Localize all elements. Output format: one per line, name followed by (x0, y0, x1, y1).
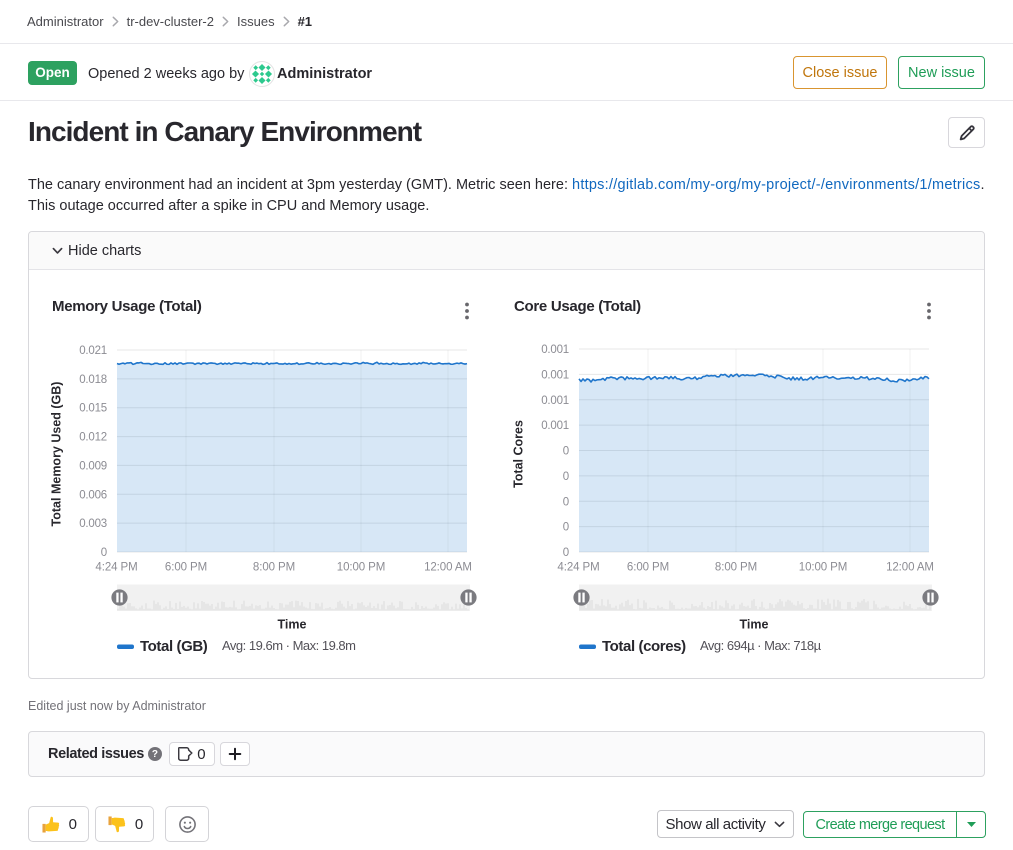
svg-text:12:00 AM: 12:00 AM (424, 562, 472, 574)
svg-text:6:00 PM: 6:00 PM (165, 562, 207, 574)
svg-text:Total (cores): Total (cores) (602, 638, 686, 655)
svg-text:10:00 PM: 10:00 PM (337, 562, 385, 574)
svg-text:Total (GB): Total (GB) (140, 638, 208, 655)
svg-text:0: 0 (563, 522, 569, 534)
svg-text:8:00 PM: 8:00 PM (715, 562, 757, 574)
svg-text:0.001: 0.001 (541, 369, 569, 381)
svg-text:0.021: 0.021 (79, 345, 107, 357)
svg-text:0.001: 0.001 (541, 344, 569, 356)
svg-text:0: 0 (101, 547, 107, 559)
svg-text:8:00 PM: 8:00 PM (253, 562, 295, 574)
svg-text:Avg: 19.6m · Max: 19.8m: Avg: 19.6m · Max: 19.8m (222, 638, 356, 653)
svg-text:Core Usage (Total): Core Usage (Total) (514, 298, 641, 315)
svg-text:0.018: 0.018 (79, 374, 107, 386)
svg-text:Memory Usage (Total): Memory Usage (Total) (52, 298, 202, 315)
svg-text:12:00 AM: 12:00 AM (886, 562, 934, 574)
svg-text:0: 0 (563, 547, 569, 559)
svg-text:4:24 PM: 4:24 PM (557, 562, 599, 574)
svg-text:0.001: 0.001 (541, 420, 569, 432)
svg-text:10:00 PM: 10:00 PM (799, 562, 847, 574)
svg-text:0.015: 0.015 (79, 403, 107, 415)
svg-text:0.009: 0.009 (79, 460, 107, 472)
svg-text:0: 0 (563, 446, 569, 458)
svg-text:6:00 PM: 6:00 PM (627, 562, 669, 574)
svg-text:Time: Time (278, 618, 307, 632)
svg-text:0.003: 0.003 (79, 518, 107, 530)
svg-text:0: 0 (563, 471, 569, 483)
svg-text:0.001: 0.001 (541, 395, 569, 407)
svg-text:Time: Time (740, 618, 769, 632)
svg-text:0.012: 0.012 (79, 432, 107, 444)
svg-text:0: 0 (563, 496, 569, 508)
svg-text:Avg: 694µ · Max: 718µ: Avg: 694µ · Max: 718µ (700, 638, 822, 653)
svg-text:Total Memory Used (GB): Total Memory Used (GB) (50, 382, 64, 527)
svg-text:4:24 PM: 4:24 PM (95, 562, 137, 574)
svg-text:0.006: 0.006 (79, 489, 107, 501)
svg-text:Total Cores: Total Cores (512, 420, 526, 488)
